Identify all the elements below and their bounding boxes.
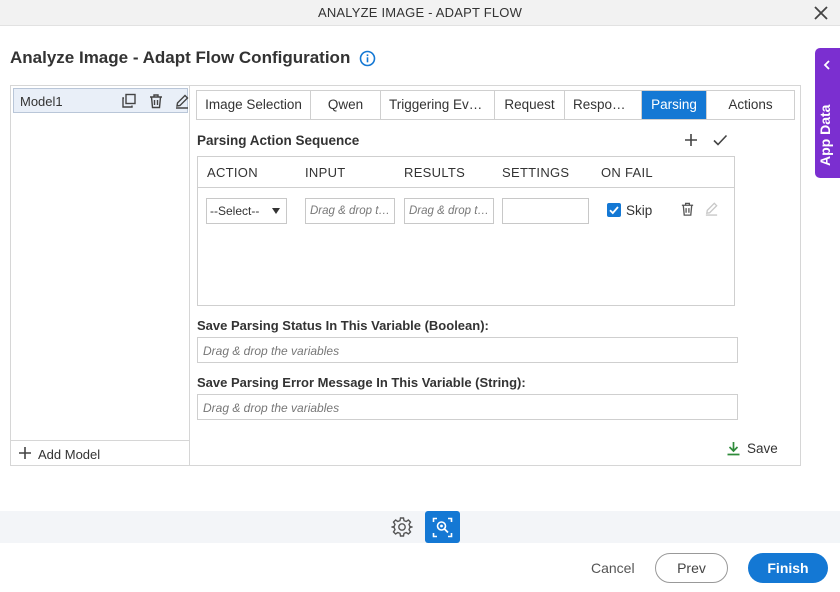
edit-icon[interactable]	[174, 93, 190, 109]
parsing-section-title: Parsing Action Sequence	[197, 133, 360, 148]
prev-button[interactable]: Prev	[655, 553, 728, 583]
window-titlebar: ANALYZE IMAGE - ADAPT FLOW	[0, 0, 840, 26]
app-data-tab[interactable]: App Data	[815, 48, 840, 178]
trash-icon[interactable]	[148, 93, 164, 109]
model-name: Model1	[20, 94, 63, 109]
download-icon	[727, 442, 740, 456]
error-variable-field[interactable]: Drag & drop the variables	[197, 394, 738, 420]
page-title: Analyze Image - Adapt Flow Configuration	[10, 48, 351, 67]
on-fail-label: Skip	[626, 203, 653, 218]
analyze-image-button[interactable]	[425, 511, 460, 543]
model-item[interactable]: Model1	[13, 88, 190, 113]
delete-row-icon[interactable]	[680, 201, 695, 217]
action-select-value: --Select--	[210, 204, 260, 218]
app-data-label: App Data	[817, 104, 833, 166]
add-model-button[interactable]: Add Model	[11, 440, 189, 465]
plus-icon	[19, 447, 31, 459]
error-variable-label: Save Parsing Error Message In This Varia…	[197, 375, 526, 390]
image-search-icon	[432, 517, 453, 538]
bottom-toolbar	[0, 511, 840, 543]
column-header-settings: SETTINGS	[502, 165, 570, 180]
column-header-action: ACTION	[207, 165, 258, 180]
tab-response[interactable]: Response	[565, 91, 642, 119]
window-title: ANALYZE IMAGE - ADAPT FLOW	[317, 5, 523, 20]
tab-triggering-events[interactable]: Triggering Events	[381, 91, 495, 119]
finish-button[interactable]: Finish	[748, 553, 828, 583]
tab-qwen[interactable]: Qwen	[311, 91, 381, 119]
column-header-results: RESULTS	[404, 165, 466, 180]
settings-field[interactable]	[502, 198, 589, 224]
column-header-on-fail: ON FAIL	[601, 165, 653, 180]
status-variable-label: Save Parsing Status In This Variable (Bo…	[197, 318, 489, 333]
check-icon[interactable]	[712, 132, 728, 148]
results-drop-field[interactable]: Drag & drop the variables	[404, 198, 494, 224]
action-select[interactable]: --Select--	[206, 198, 287, 224]
caret-down-icon	[272, 208, 280, 214]
save-label: Save	[747, 441, 778, 456]
configuration-panel: Model1 Add Model Image Selection Qwen Tr…	[10, 85, 801, 466]
table-header: ACTION INPUT RESULTS SETTINGS ON FAIL	[198, 157, 734, 188]
on-fail-checkbox[interactable]	[607, 203, 621, 217]
cancel-button[interactable]: Cancel	[591, 560, 635, 576]
edit-row-icon[interactable]	[704, 201, 719, 216]
model-list: Model1 Add Model	[11, 86, 190, 465]
chevron-left-icon	[823, 60, 830, 70]
tab-parsing[interactable]: Parsing	[642, 91, 707, 119]
column-header-input: INPUT	[305, 165, 346, 180]
copy-icon[interactable]	[121, 93, 137, 109]
config-tabs: Image Selection Qwen Triggering Events R…	[196, 90, 795, 120]
input-drop-field[interactable]: Drag & drop the variables	[305, 198, 395, 224]
parsing-action-table: ACTION INPUT RESULTS SETTINGS ON FAIL --…	[197, 156, 735, 306]
model-config: Image Selection Qwen Triggering Events R…	[191, 86, 800, 465]
status-variable-field[interactable]: Drag & drop the variables	[197, 337, 738, 363]
tab-actions[interactable]: Actions	[707, 91, 794, 119]
gear-icon[interactable]	[391, 516, 413, 538]
add-model-label: Add Model	[38, 447, 101, 462]
tab-request[interactable]: Request	[495, 91, 565, 119]
add-action-icon[interactable]	[684, 133, 698, 147]
info-icon[interactable]	[359, 50, 376, 67]
tab-image-selection[interactable]: Image Selection	[197, 91, 311, 119]
close-icon[interactable]	[812, 4, 830, 22]
